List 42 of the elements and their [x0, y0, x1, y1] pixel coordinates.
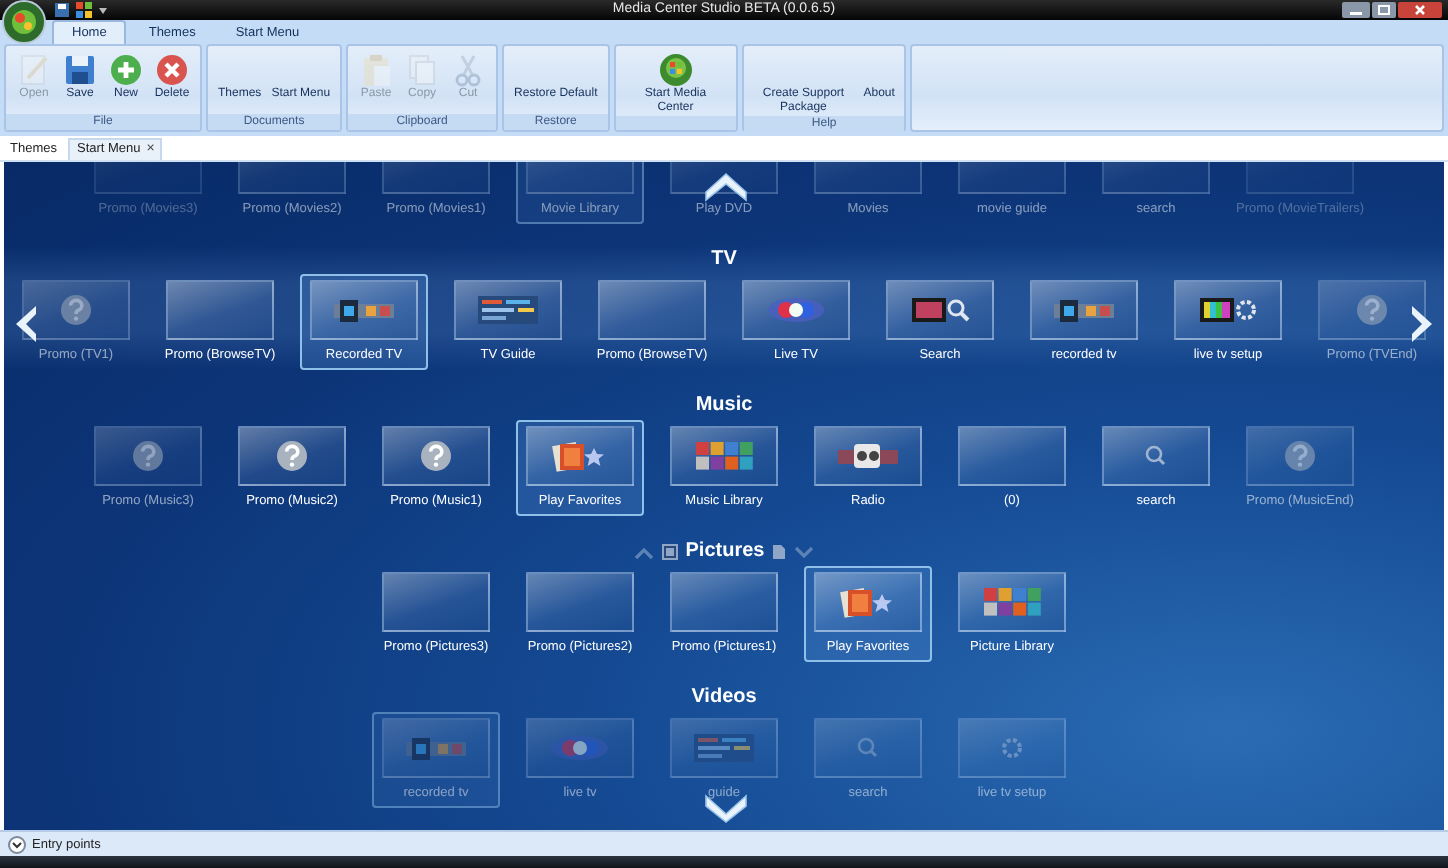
orb-icon: [657, 51, 694, 87]
color-glow-icon: [550, 732, 610, 764]
media-strip-icon: [1054, 294, 1114, 326]
down-arrow-icon[interactable]: [702, 790, 750, 826]
tile-background: [526, 572, 634, 632]
right-arrow-icon[interactable]: [1408, 304, 1436, 344]
x-circle-icon: [154, 51, 190, 87]
dropdown-caret-icon: [98, 2, 108, 18]
screen-search-icon: [910, 294, 970, 326]
tile-background: [598, 280, 706, 340]
checkbox[interactable]: [661, 544, 678, 560]
tile-background: [166, 280, 274, 340]
screen-gear-icon: [1198, 294, 1258, 326]
section-title: Videos: [691, 684, 757, 712]
radio-icon: [838, 440, 898, 472]
thumbnail-grid-icon: [982, 586, 1042, 618]
guide-grid-icon: [694, 732, 754, 764]
left-arrow-icon[interactable]: [12, 304, 40, 344]
document-icon: [772, 544, 787, 560]
maximize-icon[interactable]: [1372, 2, 1396, 18]
close-icon[interactable]: [1398, 2, 1442, 18]
windows-logo-icon: [76, 2, 92, 18]
save-icon: [54, 2, 70, 18]
tile-background: [958, 426, 1066, 486]
group-footer: [615, 116, 736, 130]
clipboard-icon: [358, 51, 395, 87]
guide-grid-icon: [478, 294, 538, 326]
down-caret-icon: [794, 545, 815, 559]
pages-icon: [404, 51, 441, 87]
section-title: TV: [711, 246, 737, 274]
expand-chevron-icon[interactable]: [8, 835, 26, 853]
tile-background: [670, 572, 778, 632]
thumbnail-grid-icon: [694, 440, 754, 472]
minimize-icon[interactable]: [1342, 2, 1370, 18]
tile-background: [382, 572, 490, 632]
section-title: Music: [695, 392, 753, 420]
plus-circle-icon: [108, 51, 144, 87]
page-pencil-icon: [16, 51, 52, 87]
media-strip-icon: [406, 732, 466, 764]
color-glow-icon: [766, 294, 826, 326]
media-strip-icon: [334, 294, 394, 326]
section-title: Pictures: [685, 538, 765, 566]
